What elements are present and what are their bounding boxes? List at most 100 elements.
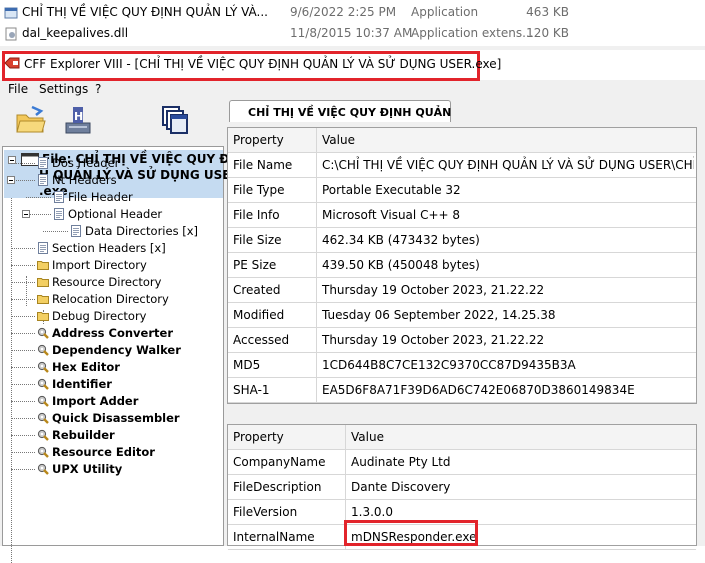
- property-value: Thursday 19 October 2023, 21.22.22: [322, 333, 545, 347]
- menu-file[interactable]: File: [8, 82, 28, 96]
- folder-icon: [37, 312, 49, 321]
- tree-item-label: Dos Header: [52, 156, 120, 170]
- folder-icon: [37, 261, 49, 270]
- property-name: File Type: [228, 178, 317, 203]
- tree-item[interactable]: Debug Directory: [37, 308, 146, 324]
- menu-help[interactable]: ?: [95, 82, 101, 96]
- table-row[interactable]: SHA-1 EA5D6F8A71F39D6AD6C742E06870D386014…: [228, 378, 696, 403]
- table-row[interactable]: CompanyName Audinate Pty Ltd: [228, 450, 696, 475]
- column-header: Value: [322, 133, 355, 147]
- table-row[interactable]: PE Size 439.50 KB (450048 bytes): [228, 253, 696, 278]
- tool-icon: [37, 463, 49, 475]
- tree-item[interactable]: Address Converter: [37, 325, 173, 341]
- tree-item[interactable]: Import Adder: [37, 393, 138, 409]
- tree-item-label: UPX Utility: [52, 462, 123, 476]
- save-icon[interactable]: H: [60, 103, 94, 137]
- property-value: 462.34 KB (473432 bytes): [322, 233, 480, 247]
- file-name: dal_keepalives.dll: [22, 26, 129, 40]
- table-row[interactable]: FileDescription Dante Discovery: [228, 475, 696, 500]
- collapse-icon[interactable]: [7, 176, 15, 184]
- tool-icon: [37, 395, 49, 407]
- table-row[interactable]: Accessed Thursday 19 October 2023, 21.22.…: [228, 328, 696, 353]
- tree-item[interactable]: Hex Editor: [37, 359, 120, 375]
- tree-item-label: File Header: [68, 190, 133, 204]
- tree-item-label: Import Adder: [52, 394, 139, 408]
- tab-file[interactable]: CHỈ THỊ VỀ VIỆC QUY ĐỊNH QUẢN: [229, 100, 451, 122]
- document-icon: [38, 157, 48, 169]
- tree-item-label: Quick Disassembler: [52, 411, 180, 425]
- tree-item[interactable]: UPX Utility: [37, 461, 122, 477]
- tool-icon: [37, 378, 49, 390]
- property-name: File Size: [228, 228, 317, 253]
- cff-explorer-window: CFF Explorer VIII - [CHỈ THỊ VỀ VIỆC QUY…: [0, 46, 705, 563]
- tree-item[interactable]: Quick Disassembler: [37, 410, 180, 426]
- tool-icon: [37, 412, 49, 424]
- property-name: PE Size: [228, 253, 317, 278]
- column-header: Property: [228, 128, 317, 153]
- tree-item[interactable]: Resource Editor: [37, 444, 155, 460]
- svg-text:H: H: [74, 110, 83, 123]
- tree-item[interactable]: Nt Headers: [37, 172, 117, 188]
- tree-item[interactable]: Optional Header: [53, 206, 162, 222]
- file-row-dll[interactable]: dal_keepalives.dll 11/8/2015 10:37 AM Ap…: [0, 23, 705, 45]
- tree-panel: File: CHỈ THỊ VỀ VIỆC QUY ĐỊN H QUẢN LÝ …: [2, 146, 244, 563]
- property-value: 439.50 KB (450048 bytes): [322, 258, 480, 272]
- document-icon: [54, 191, 64, 203]
- tree-item[interactable]: Relocation Directory: [37, 291, 169, 307]
- property-value: 1CD644B8C7CE132C9370CC87D9435B3A: [322, 358, 576, 372]
- column-header: Property: [228, 425, 346, 450]
- tree-item[interactable]: Dos Header: [37, 155, 119, 171]
- column-header: Value: [351, 430, 384, 444]
- table-row[interactable]: Created Thursday 19 October 2023, 21.22.2…: [228, 278, 696, 303]
- tree-item[interactable]: Data Directories [x]: [70, 223, 198, 239]
- window-title: CFF Explorer VIII - [CHỈ THỊ VỀ VIỆC QUY…: [24, 57, 502, 71]
- tree-item[interactable]: Resource Directory: [37, 274, 161, 290]
- tree-item-label: Hex Editor: [52, 360, 120, 374]
- tree-item[interactable]: File Header: [53, 189, 133, 205]
- file-name: CHỈ THỊ VỀ VIỆC QUY ĐỊNH QUẢN LÝ VÀ...: [22, 5, 268, 19]
- file-type: Application: [411, 5, 479, 19]
- file-date: 11/8/2015 10:37 AM: [290, 26, 413, 40]
- table-row[interactable]: Modified Tuesday 06 September 2022, 14.25…: [228, 303, 696, 328]
- property-name: FileVersion: [228, 500, 346, 525]
- table-row[interactable]: File Name C:\CHỈ THỊ VỀ VIỆC QUY ĐỊNH QUẢ…: [228, 153, 696, 178]
- file-size: 120 KB: [526, 26, 569, 40]
- tree-item[interactable]: Import Directory: [37, 257, 147, 273]
- tree-item[interactable]: Section Headers [x]: [37, 240, 166, 256]
- table-row[interactable]: File Type Portable Executable 32: [228, 178, 696, 203]
- tree-item-label: Identifier: [52, 377, 112, 391]
- collapse-icon[interactable]: [22, 210, 30, 218]
- open-folder-icon[interactable]: [14, 103, 48, 137]
- property-value: EA5D6F8A71F39D6AD6C742E06870D3860149834E: [322, 383, 635, 397]
- tree-item-label: Rebuilder: [52, 428, 115, 442]
- tree-item[interactable]: Rebuilder: [37, 427, 115, 443]
- file-date: 9/6/2022 2:25 PM: [290, 5, 397, 19]
- tool-icon: [37, 344, 49, 356]
- property-value: Dante Discovery: [351, 480, 451, 494]
- tree-item-label: Relocation Directory: [52, 292, 169, 306]
- menu-bar: File Settings ?: [0, 81, 705, 99]
- windows-icon[interactable]: [158, 103, 192, 137]
- cff-app-icon: [4, 57, 20, 69]
- file-type: Application extens...: [411, 26, 534, 40]
- table-row[interactable]: File Size 462.34 KB (473432 bytes): [228, 228, 696, 253]
- file-properties-table: Property Value File Name C:\CHỈ THỊ VỀ VIỆC…: [227, 127, 697, 404]
- table-row[interactable]: File Info Microsoft Visual C++ 8: [228, 203, 696, 228]
- table-header: Property Value: [228, 128, 696, 153]
- document-icon: [38, 174, 48, 186]
- property-name: CompanyName: [228, 450, 346, 475]
- table-header: Property Value: [228, 425, 696, 450]
- file-list: CHỈ THỊ VỀ VIỆC QUY ĐỊNH QUẢN LÝ VÀ... 9…: [0, 0, 705, 46]
- tree-item-label: Address Converter: [52, 326, 173, 340]
- file-row-exe[interactable]: CHỈ THỊ VỀ VIỆC QUY ĐỊNH QUẢN LÝ VÀ... 9…: [0, 2, 705, 24]
- property-name: Created: [228, 278, 317, 303]
- tool-icon: [37, 429, 49, 441]
- tree-item[interactable]: Dependency Walker: [37, 342, 181, 358]
- tree-item-label: Import Directory: [52, 258, 147, 272]
- table-row[interactable]: MD5 1CD644B8C7CE132C9370CC87D9435B3A: [228, 353, 696, 378]
- tree-item[interactable]: Identifier: [37, 376, 112, 392]
- menu-settings[interactable]: Settings: [39, 82, 88, 96]
- folder-icon: [37, 278, 49, 287]
- internal-name-highlight-box: [344, 520, 478, 546]
- property-value: Microsoft Visual C++ 8: [322, 208, 460, 222]
